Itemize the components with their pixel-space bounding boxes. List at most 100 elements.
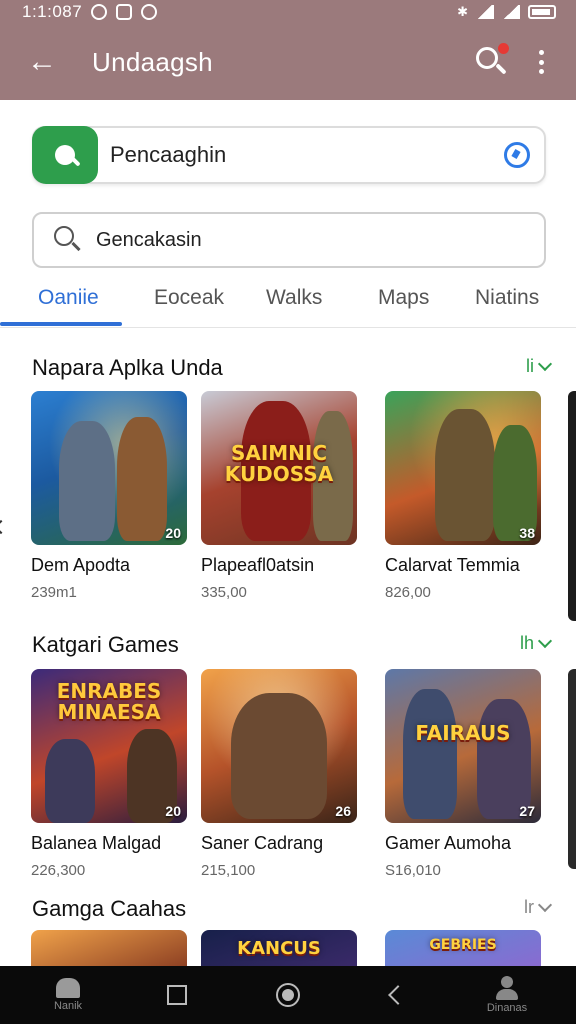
hero-figure: [117, 417, 167, 541]
game-name: Balanea Malgad: [31, 833, 162, 853]
card-badge: 20: [165, 803, 181, 819]
see-more-link[interactable]: lr: [524, 897, 553, 918]
game-card[interactable]: 26 Saner Cadrang 215,100: [201, 669, 357, 879]
more-dot: [538, 59, 544, 65]
tab-walks[interactable]: Walks: [266, 286, 322, 310]
tab-eoceak[interactable]: Eoceak: [154, 286, 224, 310]
hero-figure: [231, 693, 327, 819]
search-handle: [495, 63, 507, 75]
home-circle-icon: [276, 983, 300, 1007]
search-icon: [54, 226, 82, 254]
person-icon: [495, 976, 519, 1000]
bluetooth-icon: ✱: [457, 4, 468, 19]
game-thumbnail: KANCUS: [201, 930, 357, 970]
hero-figure: [403, 689, 457, 819]
scroll-left-icon[interactable]: [0, 519, 9, 535]
hero-figure: [435, 409, 495, 541]
game-logo: KANCUS: [237, 938, 321, 959]
recents-icon: [167, 985, 187, 1005]
search-icon[interactable]: [474, 43, 509, 79]
see-more-label: lr: [524, 897, 534, 917]
tab-maps[interactable]: Maps: [378, 286, 429, 310]
app-bar: ← Undaagsh: [0, 24, 576, 100]
chevron-down-icon: [537, 633, 553, 649]
hero-figure: [59, 421, 115, 541]
game-card[interactable]: FAIRAUS 27 Gamer Aumoha S16,010: [385, 669, 541, 879]
peek-card[interactable]: [568, 669, 576, 869]
chevron-down-icon: [537, 897, 553, 913]
system-nav-bar: Nanik Dinanas: [0, 966, 576, 1024]
battery-icon: [528, 5, 556, 19]
game-card[interactable]: ENRABES MINAESA 20 Balanea Malgad 226,30…: [31, 669, 187, 879]
game-card[interactable]: [31, 930, 187, 970]
hero-figure: [493, 425, 537, 541]
card-badge: 27: [519, 803, 535, 819]
nav-recents[interactable]: [142, 966, 212, 1024]
game-card[interactable]: 38 Calarvat Temmia 826,00: [385, 391, 541, 601]
see-more-label: li: [526, 356, 534, 376]
game-thumbnail: ENRABES MINAESA 20: [31, 669, 187, 823]
map-pin-icon: [55, 145, 75, 165]
status-time: 1:1:087: [22, 2, 83, 21]
nav-profile-label: Dinanas: [486, 1002, 528, 1014]
status-right: ✱: [457, 4, 556, 20]
back-arrow-icon[interactable]: ←: [22, 42, 62, 82]
compass-icon[interactable]: [504, 142, 530, 168]
game-downloads: 215,100: [201, 862, 256, 879]
game-downloads: 226,300: [31, 862, 86, 879]
home-icon: [56, 978, 80, 998]
game-card[interactable]: KANCUS: [201, 930, 357, 970]
search-handle: [71, 241, 81, 252]
section-title: Napara Aplka Unda: [32, 355, 223, 380]
game-thumbnail: FAIRAUS 27: [385, 669, 541, 823]
nav-home-label: Nanik: [53, 1000, 83, 1012]
game-card[interactable]: SAIMNIC KUDOSSA Plapeafl0atsin 335,00: [201, 391, 357, 601]
game-logo: GEBRIES: [429, 937, 497, 953]
settings-icon: [91, 4, 108, 20]
game-thumbnail: 26: [201, 669, 357, 823]
game-downloads: 335,00: [201, 584, 247, 601]
game-thumbnail: 38: [385, 391, 541, 545]
media-icon: [116, 4, 133, 20]
tab-oaniie[interactable]: Oaniie: [38, 286, 99, 310]
card-badge: 38: [519, 525, 535, 541]
game-logo: SAIMNIC KUDOSSA: [224, 441, 334, 486]
game-downloads: S16,010: [385, 862, 441, 879]
top-bar: 1:1:087 ✱ ← Undaagsh: [0, 0, 576, 100]
game-icon: [141, 4, 158, 20]
screen: 1:1:087 ✱ ← Undaagsh Pencaaghin Gencakas…: [0, 0, 576, 1024]
more-vert-icon[interactable]: [534, 47, 548, 77]
game-thumbnail: 20: [31, 391, 187, 545]
game-name: Gamer Aumoha: [385, 833, 512, 853]
map-pin-button[interactable]: [32, 126, 98, 184]
card-badge: 20: [165, 525, 181, 541]
search-bar[interactable]: [32, 212, 546, 268]
notification-dot: [498, 43, 509, 54]
nav-home[interactable]: Nanik: [33, 966, 103, 1024]
nav-back[interactable]: [360, 966, 430, 1024]
more-dot: [538, 69, 544, 74]
search-input[interactable]: [96, 228, 496, 252]
app-bar-actions: [474, 43, 548, 79]
wifi-icon: [502, 5, 520, 19]
chevron-down-icon: [537, 356, 553, 372]
game-thumbnail: GEBRIES: [385, 930, 541, 970]
game-downloads: 826,00: [385, 584, 431, 601]
game-card[interactable]: GEBRIES: [385, 930, 541, 970]
see-more-link[interactable]: lh: [519, 633, 553, 654]
game-card[interactable]: 20 Dem Apodta 239m1: [31, 391, 187, 601]
see-more-label: lh: [519, 633, 534, 653]
see-more-link[interactable]: li: [526, 356, 553, 377]
hero-figure: [45, 739, 95, 823]
peek-card[interactable]: [568, 391, 576, 621]
location-field[interactable]: Pencaaghin: [32, 126, 546, 184]
section-title: Gamga Caahas: [32, 896, 187, 921]
nav-home-button[interactable]: [253, 966, 323, 1024]
nav-profile[interactable]: Dinanas: [472, 966, 542, 1024]
game-name: Calarvat Temmia: [385, 555, 520, 575]
game-logo: FAIRAUS: [415, 721, 511, 745]
tab-indicator: [0, 322, 122, 326]
back-icon: [388, 985, 408, 1005]
tab-niatins[interactable]: Niatins: [475, 286, 539, 310]
game-name: Saner Cadrang: [201, 833, 324, 853]
